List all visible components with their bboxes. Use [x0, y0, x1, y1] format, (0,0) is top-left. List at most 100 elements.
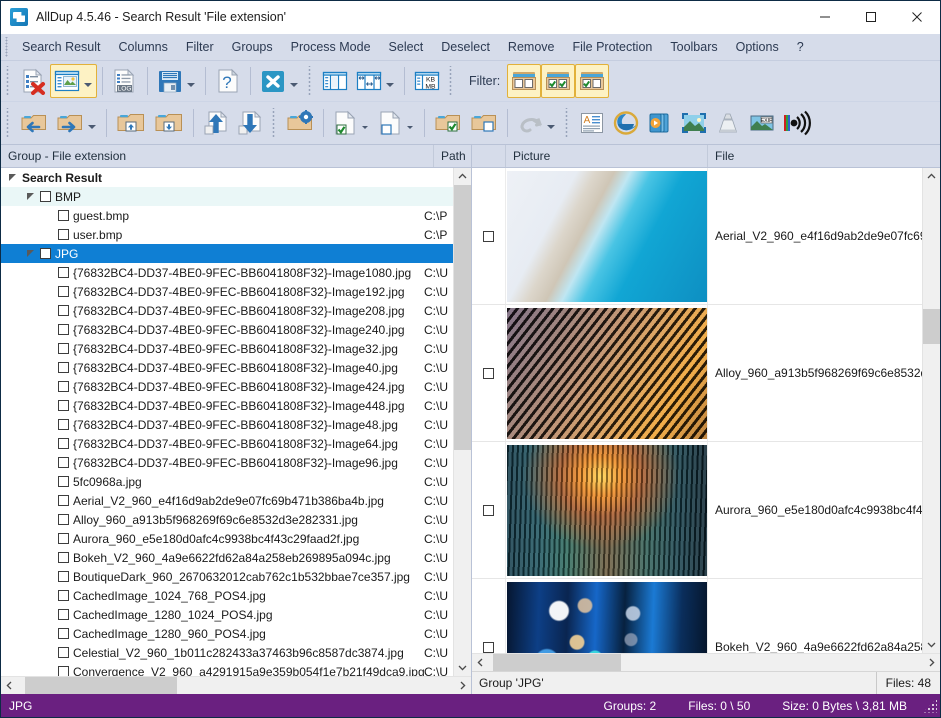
columns-layout-icon[interactable] [318, 64, 352, 98]
image-viewer-icon[interactable] [677, 106, 711, 140]
vlc-player-icon[interactable] [711, 106, 745, 140]
row-checkbox[interactable] [58, 514, 69, 525]
table-row[interactable]: Aerial_V2_960_e4f16d9ab2de9e07fc69b4 [472, 168, 922, 305]
close-search-icon[interactable] [256, 64, 303, 98]
autofit-columns-icon[interactable] [352, 64, 399, 98]
tree-row[interactable]: CachedImage_1280_960_POS4.jpgC:\U [1, 624, 453, 643]
log-file-icon[interactable]: LOG [108, 64, 142, 98]
row-checkbox[interactable] [58, 571, 69, 582]
row-checkbox[interactable] [58, 210, 69, 221]
row-checkbox[interactable] [58, 590, 69, 601]
tree-row[interactable]: Celestial_V2_960_1b011c282433a37463b96c8… [1, 643, 453, 662]
row-checkbox[interactable] [58, 438, 69, 449]
autofit-columns-dropdown[interactable] [383, 64, 396, 98]
row-checkbox[interactable] [483, 642, 494, 653]
deselect-file-dropdown[interactable] [403, 106, 416, 140]
column-file[interactable]: File [707, 145, 940, 167]
grid-horizontal-scrollbar[interactable] [472, 653, 940, 671]
tree-row[interactable]: {76832BC4-DD37-4BE0-9FEC-BB6041808F32}-I… [1, 263, 453, 282]
row-checkbox[interactable] [58, 457, 69, 468]
delete-list-icon[interactable] [16, 64, 50, 98]
tree-row[interactable]: {76832BC4-DD37-4BE0-9FEC-BB6041808F32}-I… [1, 415, 453, 434]
menu-file-protection[interactable]: File Protection [563, 37, 661, 57]
menu-options[interactable]: Options [727, 37, 788, 57]
row-checkbox[interactable] [58, 476, 69, 487]
toolbar-grip-icon[interactable] [4, 66, 13, 96]
row-checkbox[interactable] [58, 666, 69, 676]
tree-row[interactable]: {76832BC4-DD37-4BE0-9FEC-BB6041808F32}-I… [1, 434, 453, 453]
move-down-folder-icon[interactable] [150, 106, 188, 140]
picture-preview-dropdown[interactable] [81, 64, 94, 98]
row-checkbox[interactable] [58, 343, 69, 354]
row-checkbox[interactable] [58, 495, 69, 506]
tree-row[interactable]: Convergence_V2_960_a4291915a9e359b054f1e… [1, 662, 453, 676]
menu-groups[interactable]: Groups [223, 37, 282, 57]
toolbar-grip-icon[interactable] [4, 108, 13, 138]
deselect-folder-icon[interactable] [466, 106, 502, 140]
redo-dropdown[interactable] [85, 106, 98, 140]
row-checkbox[interactable] [58, 552, 69, 563]
tree-row[interactable]: BoutiqueDark_960_2670632012cab762c1b532b… [1, 567, 453, 586]
table-row[interactable]: Alloy_960_a913b5f968269f69c6e8532d3e [472, 305, 922, 442]
grid-scroll-thumb[interactable] [923, 309, 940, 344]
folder-settings-icon[interactable] [282, 106, 318, 140]
row-checkbox[interactable] [58, 229, 69, 240]
row-checkbox[interactable] [58, 533, 69, 544]
help-icon[interactable]: ? [211, 64, 245, 98]
tree-horizontal-scrollbar[interactable] [1, 676, 471, 694]
tree-row[interactable]: {76832BC4-DD37-4BE0-9FEC-BB6041808F32}-I… [1, 377, 453, 396]
tree-row[interactable]: {76832BC4-DD37-4BE0-9FEC-BB6041808F32}-I… [1, 339, 453, 358]
scroll-right-icon[interactable] [454, 677, 471, 694]
tree-row[interactable]: Aerial_V2_960_e4f16d9ab2de9e07fc69b471b3… [1, 491, 453, 510]
scroll-up-icon[interactable] [454, 168, 471, 185]
picture-preview-icon[interactable] [50, 64, 97, 98]
tree-hscroll-track[interactable] [18, 677, 454, 694]
column-check[interactable] [472, 145, 505, 167]
column-picture[interactable]: Picture [505, 145, 707, 167]
menu-grip-icon[interactable] [4, 37, 13, 57]
toolbar-grip-icon[interactable] [447, 66, 456, 96]
row-checkbox[interactable] [40, 248, 51, 259]
size-units-icon[interactable]: KB MB [410, 64, 444, 98]
tree-row[interactable]: JPG [1, 244, 453, 263]
scroll-left-icon[interactable] [472, 654, 489, 671]
menu-process-mode[interactable]: Process Mode [282, 37, 380, 57]
row-checkbox[interactable] [58, 647, 69, 658]
row-checkbox[interactable] [483, 231, 494, 242]
tree-row[interactable]: CachedImage_1024_768_POS4.jpgC:\U [1, 586, 453, 605]
table-row[interactable]: Aurora_960_e5e180d0afc4c9938bc4f43c [472, 442, 922, 579]
undo-circle-icon[interactable] [513, 106, 560, 140]
row-checkbox[interactable] [58, 286, 69, 297]
filter-all-icon[interactable] [541, 64, 575, 98]
grid-rows[interactable]: Aerial_V2_960_e4f16d9ab2de9e07fc69b4Allo… [472, 168, 922, 653]
menu-deselect[interactable]: Deselect [432, 37, 499, 57]
column-group-file-extension[interactable]: Group - File extension [1, 145, 433, 167]
row-checkbox[interactable] [58, 400, 69, 411]
menu-remove[interactable]: Remove [499, 37, 564, 57]
tree-scroll-thumb[interactable] [454, 185, 471, 450]
scroll-down-icon[interactable] [454, 659, 471, 676]
tree-row[interactable]: Search Result [1, 168, 453, 187]
scroll-right-icon[interactable] [923, 654, 940, 671]
tree-row[interactable]: CachedImage_1280_1024_POS4.jpgC:\U [1, 605, 453, 624]
filter-partial-icon[interactable] [575, 64, 609, 98]
tree-row[interactable]: {76832BC4-DD37-4BE0-9FEC-BB6041808F32}-I… [1, 396, 453, 415]
move-up-folder-icon[interactable] [112, 106, 150, 140]
deselect-file-icon[interactable] [374, 106, 419, 140]
toolbar-grip-icon[interactable] [563, 108, 572, 138]
row-checkbox[interactable] [40, 191, 51, 202]
tree-row[interactable]: {76832BC4-DD37-4BE0-9FEC-BB6041808F32}-I… [1, 301, 453, 320]
tree-hscroll-thumb[interactable] [25, 677, 177, 694]
row-checkbox[interactable] [58, 419, 69, 430]
table-row[interactable]: Bokeh_V2_960_4a9e6622fd62a84a258eb [472, 579, 922, 653]
close-search-dropdown[interactable] [287, 64, 300, 98]
tree-rows[interactable]: Search ResultBMPguest.bmpC:\Puser.bmpC:\… [1, 168, 453, 676]
save-dropdown[interactable] [184, 64, 197, 98]
text-viewer-icon[interactable]: A [575, 106, 609, 140]
expander-icon[interactable] [27, 249, 36, 258]
maximize-button[interactable] [848, 1, 894, 33]
undo-arrow-icon[interactable] [16, 106, 52, 140]
tree-row[interactable]: {76832BC4-DD37-4BE0-9FEC-BB6041808F32}-I… [1, 320, 453, 339]
menu-select[interactable]: Select [380, 37, 433, 57]
scroll-left-icon[interactable] [1, 677, 18, 694]
